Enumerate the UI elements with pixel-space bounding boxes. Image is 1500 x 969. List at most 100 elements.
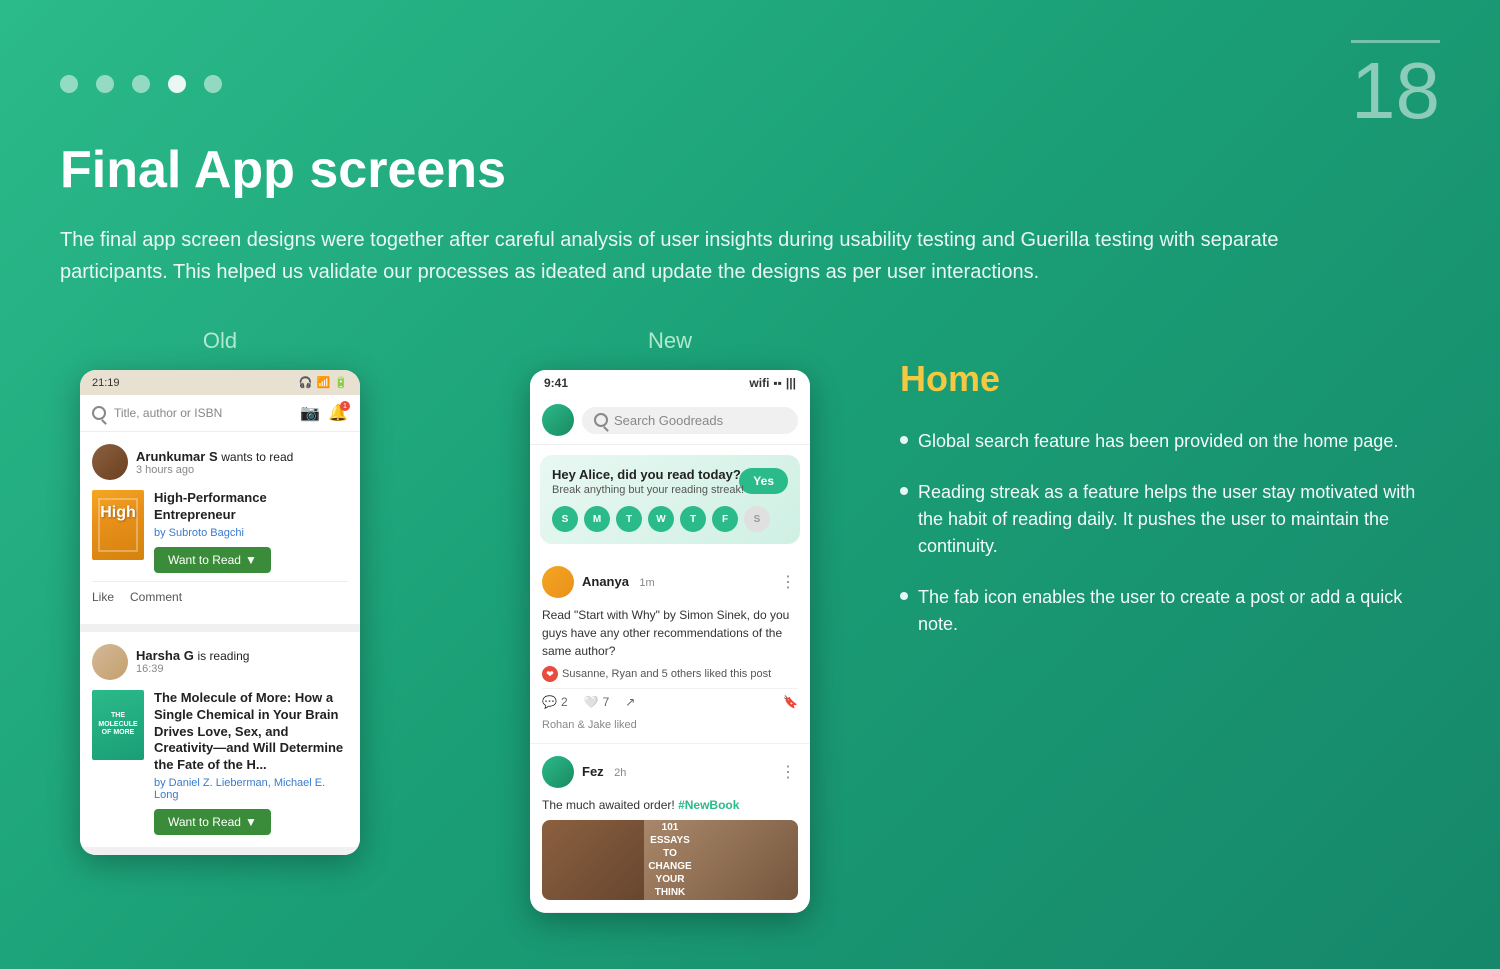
streak-card: Hey Alice, did you read today? Break any… xyxy=(540,455,800,544)
book-author-1: by Subroto Bagchi xyxy=(154,527,348,539)
avatar-harsha xyxy=(92,644,128,680)
old-status-bar: 21:19 🎧 📶 🔋 xyxy=(80,370,360,395)
day-m: M xyxy=(584,506,610,532)
book-title-2: The Molecule of More: How a Single Chemi… xyxy=(154,690,348,774)
bullet-text-3: The fab icon enables the user to create … xyxy=(918,584,1440,638)
book-image-new: 101ESSAYSTOCHANGEYOURTHINK xyxy=(542,820,798,900)
description: The final app screen designs were togeth… xyxy=(60,224,1360,288)
day-t2: T xyxy=(680,506,706,532)
old-label: Old xyxy=(203,328,237,354)
dot-3[interactable] xyxy=(132,75,150,93)
new-status-bar: 9:41 wifi ▪▪ ||| xyxy=(530,370,810,396)
high-text: High xyxy=(100,504,136,522)
dot-1[interactable] xyxy=(60,75,78,93)
book-info-2: The Molecule of More: How a Single Chemi… xyxy=(154,690,348,835)
wifi-icon: 📶 xyxy=(317,376,331,389)
old-section: Old 21:19 🎧 📶 🔋 Title, author or ISBN 📷 xyxy=(60,328,380,855)
heart-action-1[interactable]: 🤍 7 xyxy=(584,695,610,709)
action-icons-row-1: 💬 2 🤍 7 ↗ 🔖 xyxy=(542,688,798,715)
old-user-row-2: Harsha G is reading 16:39 xyxy=(92,644,348,680)
new-user-info-1: Ananya 1m xyxy=(582,573,655,591)
new-top-bar: Search Goodreads xyxy=(530,396,810,445)
new-time: 9:41 xyxy=(544,376,568,390)
user-name-1: Arunkumar S wants to read xyxy=(136,449,293,464)
bullet-item-2: Reading streak as a feature helps the us… xyxy=(900,479,1440,560)
user-avatar-new[interactable] xyxy=(542,404,574,436)
bullet-text-2: Reading streak as a feature helps the us… xyxy=(918,479,1440,560)
dropdown-arrow-icon-2: ▼ xyxy=(245,815,257,829)
comparison-area: Old 21:19 🎧 📶 🔋 Title, author or ISBN 📷 xyxy=(60,328,1440,913)
page-number: 18 xyxy=(1351,40,1440,131)
day-t1: T xyxy=(616,506,642,532)
old-user-row-1: Arunkumar S wants to read 3 hours ago xyxy=(92,444,348,480)
new-user-time-2: 2h xyxy=(614,767,626,779)
more-options-2[interactable]: ⋮ xyxy=(778,762,798,782)
old-status-icons: 🎧 📶 🔋 xyxy=(299,376,348,389)
battery-icon: 🔋 xyxy=(334,376,348,389)
share-icon: ↗ xyxy=(625,695,635,709)
new-section: New 9:41 wifi ▪▪ ||| Search Goodr xyxy=(500,328,840,913)
bookmark-icon: 🔖 xyxy=(783,695,798,709)
main-content: Final App screens The final app screen d… xyxy=(60,140,1440,913)
bullet-dot-1 xyxy=(900,436,908,444)
old-time: 21:19 xyxy=(92,377,120,389)
day-s1: S xyxy=(552,506,578,532)
user-info-1: Arunkumar S wants to read 3 hours ago xyxy=(136,449,293,476)
comment-action[interactable]: Comment xyxy=(130,590,182,604)
new-battery-icon: ▪▪ xyxy=(773,376,782,390)
new-user-time-1: 1m xyxy=(639,577,654,589)
like-emoji-icon: ❤ xyxy=(542,666,558,682)
new-feed-item-1: Ananya 1m ⋮ Read "Start with Why" by Sim… xyxy=(530,554,810,744)
bookmark-action-1[interactable]: 🔖 xyxy=(783,695,798,709)
user-time-1: 3 hours ago xyxy=(136,464,293,476)
new-signal-icon: ||| xyxy=(786,376,796,390)
bullet-text-1: Global search feature has been provided … xyxy=(918,428,1398,455)
heart-icon: 🤍 xyxy=(584,695,599,709)
comment-icon: 💬 xyxy=(542,695,557,709)
yes-button[interactable]: Yes xyxy=(739,468,788,494)
bullet-dot-3 xyxy=(900,592,908,600)
want-read-btn-1[interactable]: Want to Read ▼ xyxy=(154,547,271,573)
new-user-name-2: Fez xyxy=(582,764,604,779)
book-row-2: THE MOLECULE OF MORE The Molecule of Mor… xyxy=(92,690,348,835)
bullet-item-1: Global search feature has been provided … xyxy=(900,428,1440,455)
day-w: W xyxy=(648,506,674,532)
book-cover-molecule: THE MOLECULE OF MORE xyxy=(92,690,144,760)
new-user-info-2: Fez 2h xyxy=(582,763,626,781)
comment-action-1[interactable]: 💬 2 xyxy=(542,695,568,709)
old-search-bar[interactable]: Title, author or ISBN 📷 🔔1 xyxy=(80,395,360,432)
like-action[interactable]: Like xyxy=(92,590,114,604)
post-text-2: The much awaited order! #NewBook xyxy=(542,796,798,814)
book-title-1: High-Performance Entrepreneur xyxy=(154,490,348,524)
book-author-2: by Daniel Z. Lieberman, Michael E. Long xyxy=(154,777,348,801)
headphones-icon: 🎧 xyxy=(299,376,313,389)
dot-5[interactable] xyxy=(204,75,222,93)
new-user-row-2: Fez 2h ⋮ xyxy=(542,756,798,788)
day-f: F xyxy=(712,506,738,532)
home-title: Home xyxy=(900,358,1440,400)
new-search-box[interactable]: Search Goodreads xyxy=(582,407,798,434)
new-label: New xyxy=(648,328,692,354)
bullet-dot-2 xyxy=(900,487,908,495)
new-user-row-1: Ananya 1m ⋮ xyxy=(542,566,798,598)
old-feed-item-2: Harsha G is reading 16:39 THE MOLECULE O… xyxy=(80,632,360,855)
likes-text-1: Susanne, Ryan and 5 others liked this po… xyxy=(562,668,771,680)
camera-icon: 📷 xyxy=(300,403,320,423)
new-phone-mockup: 9:41 wifi ▪▪ ||| Search Goodreads xyxy=(530,370,810,913)
new-wifi-icon: wifi xyxy=(749,376,769,390)
day-circles: S M T W T F S xyxy=(552,506,788,532)
liked-by-1: Rohan & Jake liked xyxy=(542,719,798,731)
more-options-1[interactable]: ⋮ xyxy=(778,572,798,592)
bullet-list: Global search feature has been provided … xyxy=(900,428,1440,638)
book-info-1: High-Performance Entrepreneur by Subroto… xyxy=(154,490,348,573)
old-phone-mockup: 21:19 🎧 📶 🔋 Title, author or ISBN 📷 🔔1 xyxy=(80,370,360,855)
old-feed-item-1: Arunkumar S wants to read 3 hours ago Hi… xyxy=(80,432,360,632)
share-action-1[interactable]: ↗ xyxy=(625,695,635,709)
comment-count-1: 2 xyxy=(561,695,568,709)
info-panel: Home Global search feature has been prov… xyxy=(840,328,1440,638)
dot-2[interactable] xyxy=(96,75,114,93)
dot-4[interactable] xyxy=(168,75,186,93)
want-read-btn-2[interactable]: Want to Read ▼ xyxy=(154,809,271,835)
heart-count-1: 7 xyxy=(603,695,610,709)
notification-icon: 🔔1 xyxy=(328,403,348,423)
